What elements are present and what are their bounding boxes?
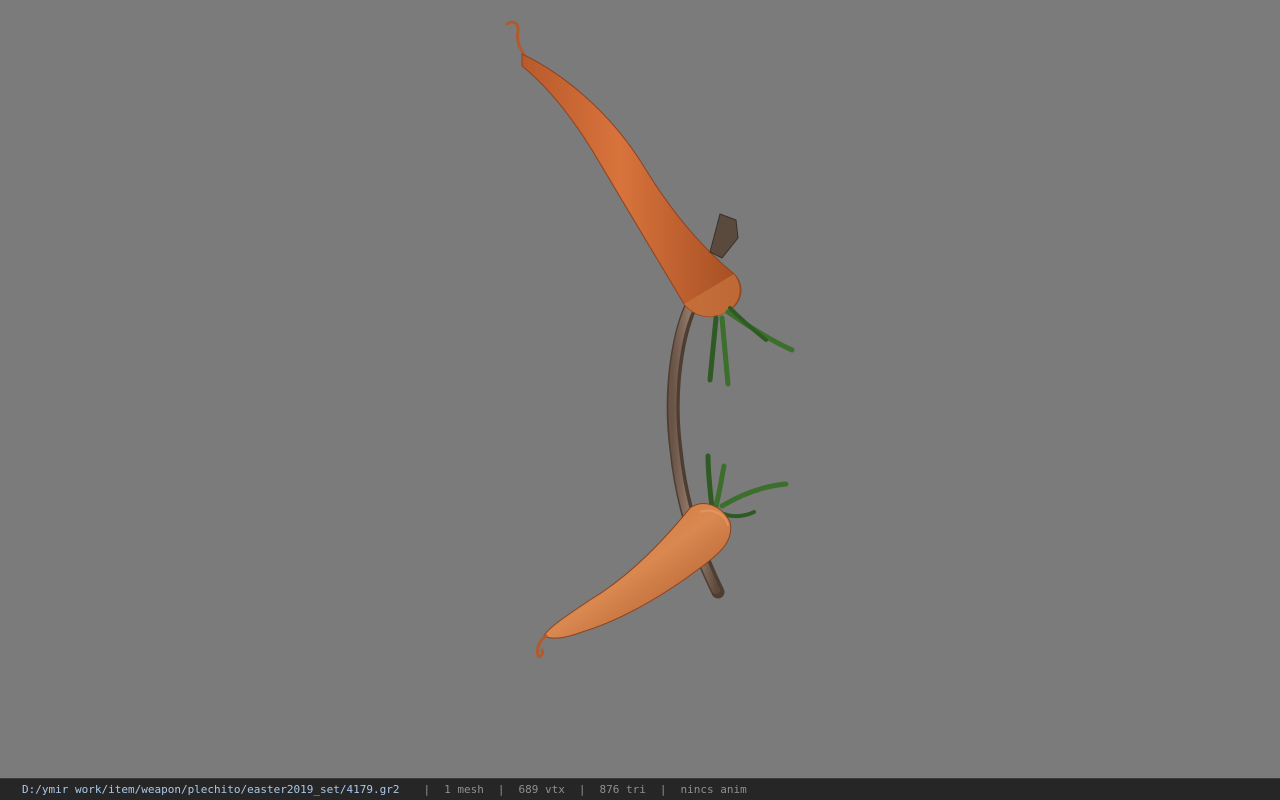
separator: | (423, 783, 431, 796)
triangle-count: 876 tri (599, 783, 646, 796)
upper-carrot (505, 20, 795, 387)
separator: | (578, 783, 586, 796)
separator: | (659, 783, 667, 796)
lower-carrot (536, 453, 789, 658)
mesh-count: 1 mesh (444, 783, 484, 796)
vertex-count: 689 vtx (518, 783, 565, 796)
animation-status: nincs anim (680, 783, 747, 796)
status-bar: D:/ymir work/item/weapon/plechito/easter… (0, 778, 1280, 800)
file-path: D:/ymir work/item/weapon/plechito/easter… (22, 783, 400, 796)
3d-viewport[interactable] (0, 0, 1280, 778)
separator: | (497, 783, 505, 796)
model-render (505, 20, 795, 658)
